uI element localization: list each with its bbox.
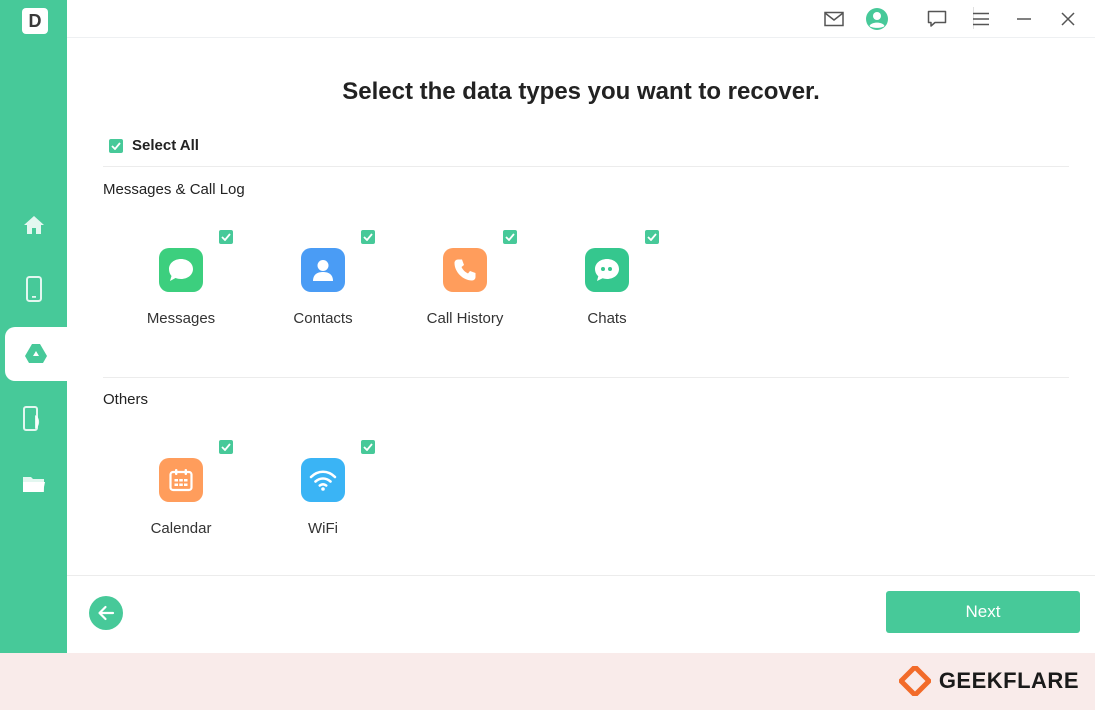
mail-icon [824,11,844,27]
close-button[interactable] [1056,7,1080,31]
check-icon [363,443,373,451]
minimize-button[interactable] [1012,7,1036,31]
check-icon [221,443,231,451]
account-icon [866,8,888,30]
chats-icon [585,248,629,292]
calendar-icon [159,458,203,502]
call-history-label: Call History [426,310,504,327]
app-logo: D [22,8,48,34]
check-icon [647,233,657,241]
messages-label: Messages [146,310,216,327]
section-title-messages-call-log: Messages & Call Log [103,181,245,198]
messages-checkbox[interactable] [219,230,233,244]
mail-button[interactable] [822,7,846,31]
section-divider [103,377,1069,378]
sidebar-item-google-drive[interactable] [5,327,67,381]
app-window: D Select the data types you want to reco… [0,0,1095,653]
check-icon [363,233,373,241]
call-history-checkbox[interactable] [503,230,517,244]
select-all-checkbox[interactable]: Select All [109,137,199,154]
footer-divider [67,575,1095,576]
contacts-icon [301,248,345,292]
feedback-icon [927,10,947,27]
folder-icon [22,477,45,492]
title-bar [67,0,1095,38]
sidebar-item-files[interactable] [0,457,67,511]
data-type-messages[interactable]: Messages [116,230,246,340]
data-type-contacts[interactable]: Contacts [258,230,388,340]
data-type-calendar[interactable]: Calendar [116,440,246,550]
minimize-icon [1017,18,1031,20]
close-icon [1061,12,1075,26]
select-all-label: Select All [132,137,199,154]
menu-button[interactable] [969,7,993,31]
home-icon [23,216,44,234]
sidebar-item-home[interactable] [0,198,67,252]
section-title-others: Others [103,391,149,408]
check-icon [221,233,231,241]
next-button[interactable]: Next [886,591,1080,633]
sidebar-item-device-backup[interactable] [0,392,67,446]
calendar-label: Calendar [150,520,212,537]
calendar-checkbox[interactable] [219,440,233,454]
select-all-check-box[interactable] [109,138,123,153]
contacts-checkbox[interactable] [361,230,375,244]
back-button[interactable] [89,596,123,630]
chats-label: Chats [587,310,627,327]
check-icon [505,233,515,241]
google-drive-icon [25,344,47,363]
app-logo-letter: D [28,10,42,31]
geekflare-mark-icon [898,666,931,696]
sidebar-item-device[interactable] [0,262,67,316]
check-icon [111,141,121,150]
wifi-label: WiFi [308,520,338,537]
section-divider [103,166,1069,167]
arrow-left-icon [98,605,115,621]
device-backup-icon [22,406,39,431]
data-type-wifi[interactable]: WiFi [258,440,388,550]
sidebar: D [0,0,67,653]
geekflare-logo: GEEKFLARE [898,666,1079,696]
messages-icon [159,248,203,292]
geekflare-wordmark: GEEKFLARE [938,668,1079,693]
page-title: Select the data types you want to recove… [342,78,820,105]
phone-icon [25,276,42,302]
account-button[interactable] [865,7,889,31]
feedback-button[interactable] [925,7,949,31]
wifi-icon [301,458,345,502]
data-type-call-history[interactable]: Call History [400,230,530,340]
chats-checkbox[interactable] [645,230,659,244]
contacts-label: Contacts [293,310,353,327]
menu-icon [973,12,989,26]
call-history-icon [443,248,487,292]
data-type-chats[interactable]: Chats [542,230,672,340]
wifi-checkbox[interactable] [361,440,375,454]
